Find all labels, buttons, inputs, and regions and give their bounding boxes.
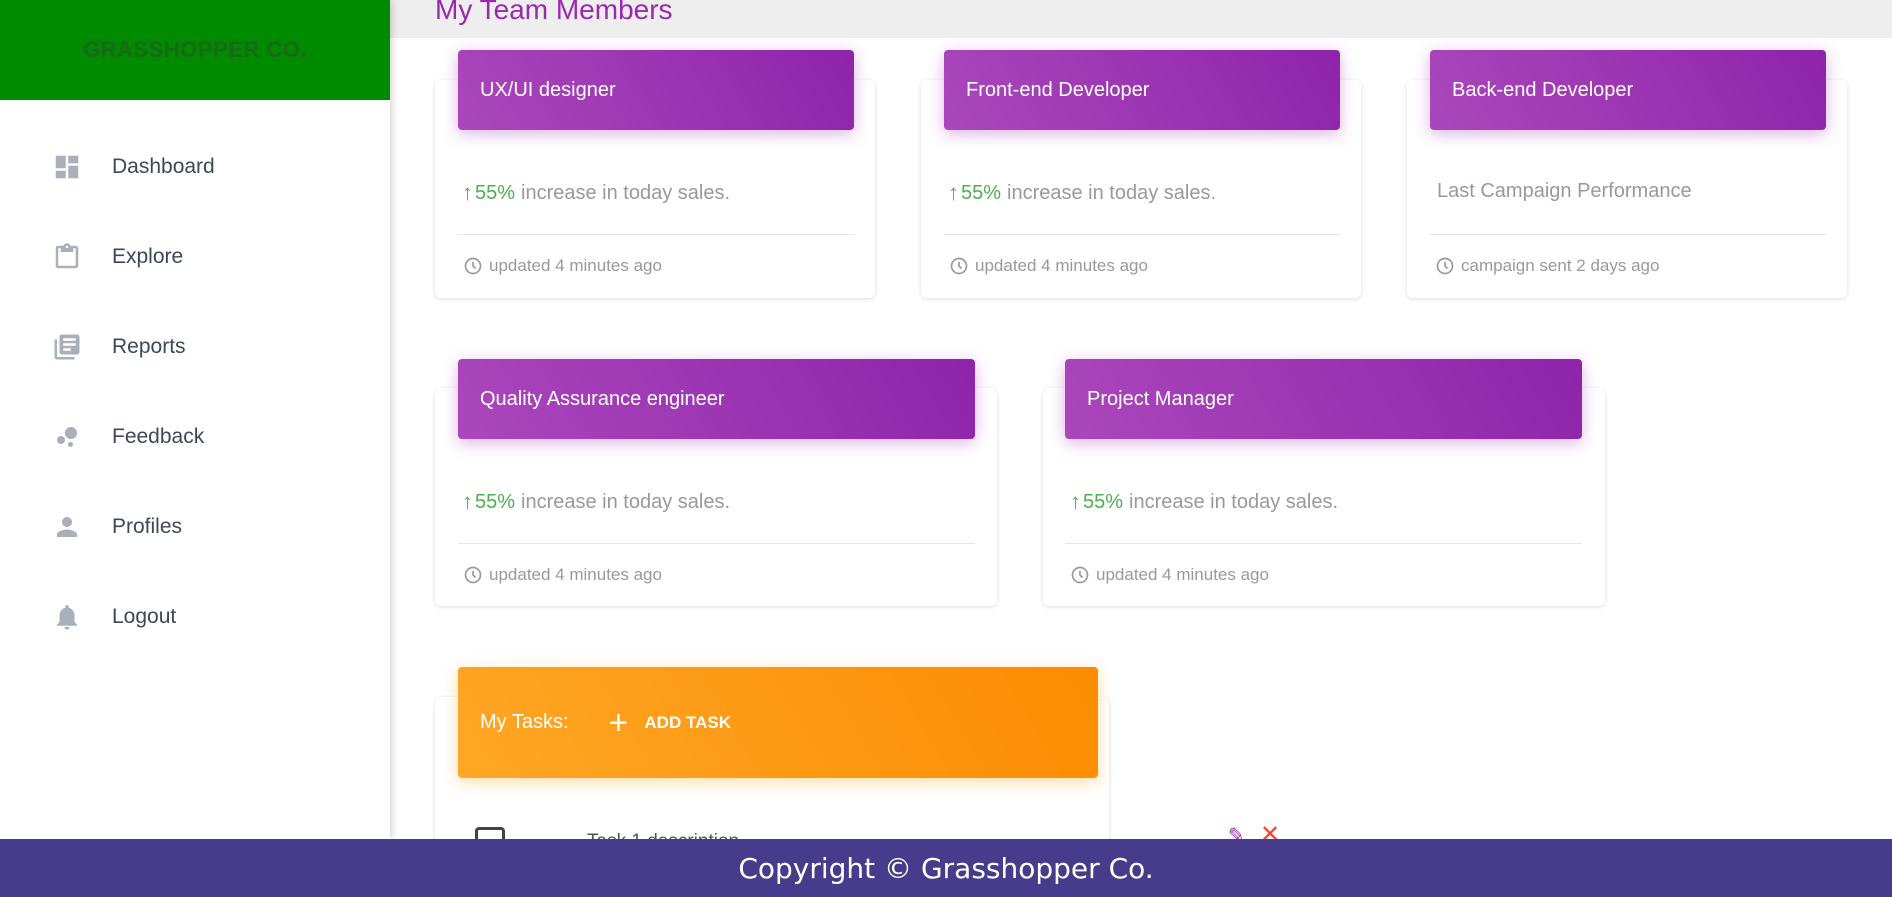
clock-icon (1070, 565, 1090, 585)
arrow-up-icon: ↑ (462, 180, 473, 205)
card-divider (1430, 234, 1826, 235)
stat-text: increase in today sales. (521, 490, 731, 513)
arrow-up-icon: ↑ (1070, 489, 1081, 514)
sidebar-item-label: Reports (112, 335, 186, 358)
team-card-stat: ↑ 55% increase in today sales. (948, 180, 1216, 206)
brand-name: GRASSHOPPER CO. (83, 37, 307, 62)
footer-text: updated 4 minutes ago (489, 565, 662, 584)
sidebar-item-feedback[interactable]: Feedback (0, 392, 390, 482)
brand-logo[interactable]: GRASSHOPPER CO. (0, 0, 390, 100)
sidebar-item-label: Profiles (112, 515, 183, 538)
team-card-stat: ↑ 55% increase in today sales. (462, 489, 730, 515)
clock-icon (463, 565, 483, 585)
team-card-footer: updated 4 minutes ago (463, 256, 662, 276)
team-card-title: Front-end Developer (966, 78, 1150, 101)
sidebar: GRASSHOPPER CO. Dashboard Explore Report… (0, 0, 390, 839)
footer-text: updated 4 minutes ago (975, 256, 1148, 275)
sidebar-item-label: Explore (112, 245, 184, 268)
bell-icon (52, 602, 82, 632)
sidebar-item-profiles[interactable]: Profiles (0, 482, 390, 572)
clipboard-icon (52, 242, 82, 272)
team-card-title: Quality Assurance engineer (480, 387, 725, 410)
stat-text: Last Campaign Performance (1437, 180, 1692, 202)
sidebar-item-logout[interactable]: Logout (0, 572, 390, 662)
clock-icon (463, 256, 483, 276)
bubble-chart-icon (52, 422, 82, 452)
edit-icon[interactable]: ✎ (1228, 823, 1245, 839)
sidebar-item-dashboard[interactable]: Dashboard (0, 122, 390, 212)
team-card-footer: campaign sent 2 days ago (1435, 256, 1659, 276)
stat-percent: 55% (1083, 490, 1124, 513)
team-card-title: UX/UI designer (480, 78, 616, 101)
task-row: Task 1 description (475, 823, 1075, 839)
sidebar-item-label: Logout (112, 605, 177, 628)
library-books-icon (52, 332, 82, 362)
sidebar-item-reports[interactable]: Reports (0, 302, 390, 392)
add-task-label: ADD TASK (644, 712, 731, 732)
team-card-title: Project Manager (1087, 387, 1234, 410)
page-title: My Team Members (435, 0, 673, 25)
sidebar-item-label: Dashboard (112, 155, 215, 178)
card-divider (458, 234, 854, 235)
arrow-up-icon: ↑ (462, 489, 473, 514)
tasks-card-header: My Tasks: + ADD TASK (458, 667, 1098, 778)
stat-text: increase in today sales. (521, 181, 731, 204)
tasks-label: My Tasks: (480, 711, 569, 733)
page-footer: Copyright © Grasshopper Co. (0, 839, 1892, 897)
footer-text: campaign sent 2 days ago (1461, 256, 1660, 275)
dashboard-icon (52, 152, 82, 182)
card-divider (944, 234, 1340, 235)
team-card-title: Back-end Developer (1452, 78, 1634, 101)
arrow-up-icon: ↑ (948, 180, 959, 205)
stat-text: increase in today sales. (1007, 181, 1217, 204)
card-divider (458, 543, 975, 544)
main-content: My Team Members UX/UI designer ↑ 55% inc… (390, 0, 1892, 839)
close-icon[interactable]: ✕ (1260, 820, 1280, 839)
team-card-footer: updated 4 minutes ago (1070, 565, 1269, 585)
task-checkbox[interactable] (475, 827, 505, 839)
team-card-footer: updated 4 minutes ago (463, 565, 662, 585)
team-card-header: Back-end Developer (1430, 50, 1826, 130)
sidebar-item-explore[interactable]: Explore (0, 212, 390, 302)
sidebar-nav: Dashboard Explore Reports Feedback Profi… (0, 122, 390, 662)
footer-text: updated 4 minutes ago (489, 256, 662, 275)
team-card-header: Project Manager (1065, 359, 1582, 439)
team-card-stat: ↑ 55% increase in today sales. (1070, 489, 1338, 515)
team-card-stat: ↑ 55% increase in today sales. (462, 180, 730, 206)
clock-icon (949, 256, 969, 276)
team-card-stat: Last Campaign Performance (1437, 180, 1692, 203)
card-divider (1065, 543, 1582, 544)
stat-percent: 55% (475, 490, 516, 513)
add-task-button[interactable]: + ADD TASK (609, 706, 731, 740)
person-icon (52, 512, 82, 542)
copyright-text: Copyright © Grasshopper Co. (738, 851, 1154, 885)
plus-icon: + (608, 703, 629, 742)
stat-percent: 55% (475, 181, 516, 204)
task-text: Task 1 description (587, 831, 739, 839)
team-card-header: Front-end Developer (944, 50, 1340, 130)
sidebar-item-label: Feedback (112, 425, 205, 448)
stat-percent: 55% (961, 181, 1002, 204)
team-card-header: UX/UI designer (458, 50, 854, 130)
clock-icon (1435, 256, 1455, 276)
team-card-footer: updated 4 minutes ago (949, 256, 1148, 276)
team-card-header: Quality Assurance engineer (458, 359, 975, 439)
stat-text: increase in today sales. (1129, 490, 1339, 513)
footer-text: updated 4 minutes ago (1096, 565, 1269, 584)
